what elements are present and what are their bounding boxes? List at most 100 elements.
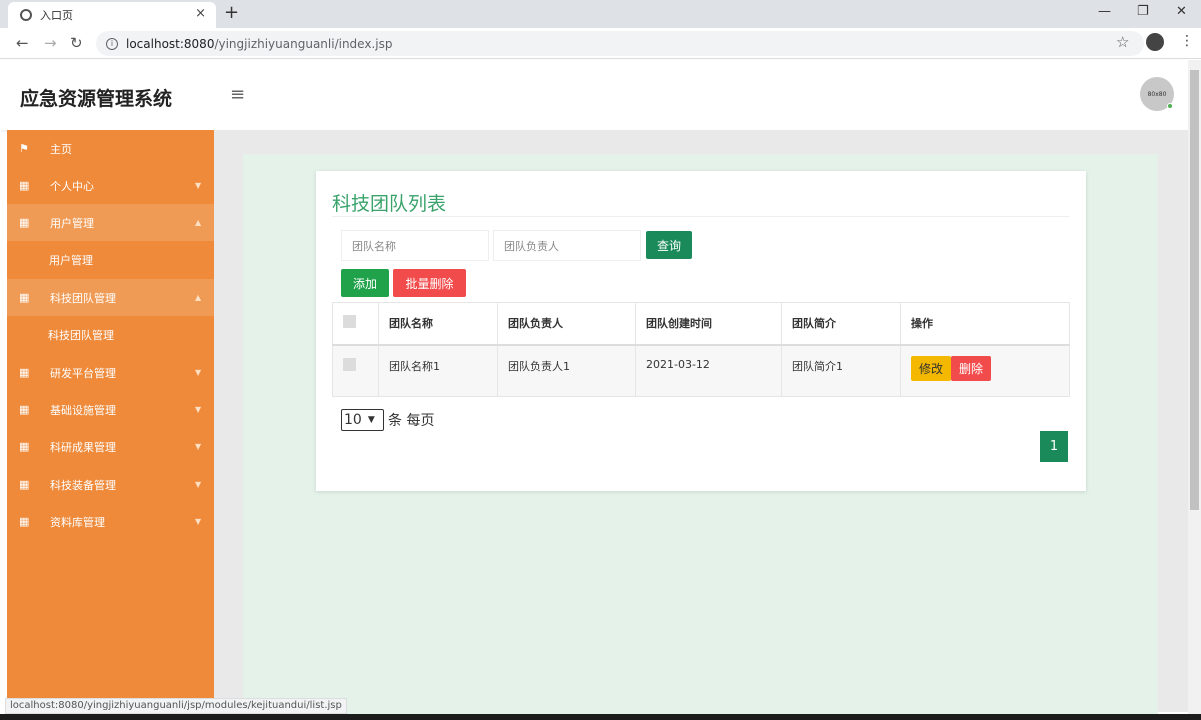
page-title: 科技团队列表: [332, 193, 447, 215]
grid-icon: ▦: [19, 440, 30, 453]
bookmark-star-icon[interactable]: ☆: [1116, 33, 1129, 51]
sidebar-item-personal-center[interactable]: ▦ 个人中心 ▼: [7, 167, 214, 204]
minimize-icon[interactable]: —: [1098, 4, 1111, 19]
grid-icon: ▦: [19, 403, 30, 416]
url-host: localhost:8080: [126, 36, 215, 51]
scrollbar-thumb[interactable]: [1190, 70, 1199, 510]
per-page-label: 条 每页: [388, 413, 435, 429]
grid-icon: ▦: [19, 179, 30, 192]
sidebar-item-label: 科技装备管理: [50, 478, 116, 492]
sidebar-item-label: 用户管理: [49, 253, 93, 267]
flag-icon: ⚑: [19, 142, 29, 155]
address-bar: ← → ↻ i localhost:8080/yingjizhiyuanguan…: [0, 28, 1201, 59]
grid-icon: ▦: [19, 478, 30, 491]
team-leader-cell: 团队负责人1: [497, 344, 636, 397]
grid-icon: ▦: [19, 291, 30, 304]
sidebar-item-rd-platform[interactable]: ▦ 研发平台管理 ▼: [7, 354, 214, 391]
sidebar: ⚑ 主页 ▦ 个人中心 ▼ ▦ 用户管理 ▲ 用户管理 ▦ 科技团队管理 ▲ 科…: [7, 130, 214, 712]
team-leader-search-input[interactable]: 团队负责人: [493, 230, 641, 261]
tab-close-icon[interactable]: ×: [195, 6, 206, 21]
browser-tab[interactable]: 入口页 ×: [8, 2, 216, 28]
team-name-placeholder: 团队名称: [352, 239, 396, 253]
chevron-down-icon: ▼: [195, 368, 202, 377]
select-all-cell: [332, 302, 379, 346]
chevron-up-icon: ▲: [195, 218, 202, 227]
sidebar-item-label: 研发平台管理: [50, 366, 116, 380]
forward-icon[interactable]: →: [44, 34, 57, 52]
tab-title: 入口页: [40, 9, 73, 22]
avatar[interactable]: 80x80: [1140, 77, 1174, 111]
actions-cell: 修改 删除: [900, 344, 1070, 397]
sidebar-item-infrastructure[interactable]: ▦ 基础设施管理 ▼: [7, 391, 214, 428]
chevron-up-icon: ▲: [195, 293, 202, 302]
edit-button[interactable]: 修改: [911, 355, 951, 381]
team-list-card: 科技团队列表 团队名称 团队负责人 查询 添加 批量删除 团队名称 团队负责人 …: [316, 171, 1086, 491]
info-icon[interactable]: i: [106, 37, 118, 50]
sidebar-item-label: 科研成果管理: [50, 440, 116, 454]
row-checkbox[interactable]: [343, 357, 356, 371]
team-name-search-input[interactable]: 团队名称: [341, 230, 489, 261]
column-header: 团队简介: [781, 302, 901, 346]
app-header: 应急资源管理系统 ≡ 80x80: [0, 60, 1188, 130]
sidebar-item-label: 资料库管理: [50, 515, 105, 529]
sidebar-item-team-management[interactable]: ▦ 科技团队管理 ▲: [7, 279, 214, 316]
restore-icon[interactable]: ❐: [1137, 4, 1149, 19]
sidebar-item-label: 主页: [50, 142, 72, 156]
menu-toggle-icon[interactable]: ≡: [230, 84, 245, 105]
chevron-down-icon: ▼: [367, 415, 375, 425]
vertical-scrollbar[interactable]: [1188, 60, 1201, 714]
chevron-down-icon: ▼: [195, 517, 202, 526]
taskbar: [0, 714, 1201, 720]
row-select-cell: [332, 344, 379, 397]
created-date-cell: 2021-03-12: [635, 344, 782, 397]
team-name-cell: 团队名称1: [378, 344, 498, 397]
sidebar-item-user-management[interactable]: ▦ 用户管理 ▲: [7, 204, 214, 241]
page-size-select[interactable]: 10 ▼: [341, 409, 384, 431]
page-button-current[interactable]: 1: [1040, 431, 1068, 462]
sidebar-item-label: 用户管理: [50, 216, 94, 230]
column-header: 团队名称: [378, 302, 498, 346]
table-row: 团队名称1 团队负责人1 2021-03-12 团队简介1 修改 删除: [332, 344, 1070, 397]
batch-delete-button[interactable]: 批量删除: [393, 269, 466, 297]
window-close-icon[interactable]: ✕: [1176, 4, 1187, 19]
team-intro-cell: 团队简介1: [781, 344, 901, 397]
chevron-down-icon: ▼: [195, 181, 202, 190]
column-header: 团队负责人: [497, 302, 636, 346]
sidebar-subitem-team-management[interactable]: 科技团队管理: [7, 316, 214, 353]
sidebar-item-research-results[interactable]: ▦ 科研成果管理 ▼: [7, 428, 214, 465]
grid-icon: ▦: [19, 366, 30, 379]
grid-icon: ▦: [19, 515, 30, 528]
back-icon[interactable]: ←: [16, 34, 29, 52]
app-title: 应急资源管理系统: [20, 88, 173, 110]
url-input[interactable]: i localhost:8080/yingjizhiyuanguanli/ind…: [96, 31, 1144, 56]
sidebar-item-label: 基础设施管理: [50, 403, 116, 417]
chevron-down-icon: ▼: [195, 442, 202, 451]
status-url: localhost:8080/yingjizhiyuanguanli/jsp/m…: [5, 698, 347, 714]
query-button[interactable]: 查询: [646, 231, 692, 259]
chevron-down-icon: ▼: [195, 405, 202, 414]
new-tab-button[interactable]: +: [224, 2, 239, 23]
add-button[interactable]: 添加: [341, 269, 389, 297]
account-icon[interactable]: [1146, 33, 1164, 51]
online-status-dot: [1167, 103, 1173, 109]
team-leader-placeholder: 团队负责人: [504, 239, 559, 253]
page-size-value: 10: [344, 412, 362, 428]
avatar-text: 80x80: [1147, 90, 1167, 98]
sidebar-item-label: 科技团队管理: [48, 328, 114, 342]
sidebar-item-equipment[interactable]: ▦ 科技装备管理 ▼: [7, 466, 214, 503]
browser-menu-icon[interactable]: ⋮: [1180, 33, 1194, 49]
delete-button[interactable]: 删除: [951, 355, 991, 381]
sidebar-subitem-user-management[interactable]: 用户管理: [7, 241, 214, 278]
page-size-control: 10 ▼ 条 每页: [341, 409, 434, 431]
team-table: 团队名称 团队负责人 团队创建时间 团队简介 操作 团队名称1 团队负责人1 2…: [332, 302, 1070, 397]
url-path: /yingjizhiyuanguanli/index.jsp: [214, 36, 393, 51]
chevron-down-icon: ▼: [195, 480, 202, 489]
browser-tabbar: 入口页 × + — ❐ ✕: [0, 0, 1201, 28]
select-all-checkbox[interactable]: [343, 315, 356, 329]
globe-icon: [20, 9, 32, 21]
sidebar-item-library[interactable]: ▦ 资料库管理 ▼: [7, 503, 214, 540]
column-header: 操作: [900, 302, 1070, 346]
reload-icon[interactable]: ↻: [70, 34, 83, 52]
column-header: 团队创建时间: [635, 302, 782, 346]
sidebar-item-home[interactable]: ⚑ 主页: [7, 130, 214, 167]
